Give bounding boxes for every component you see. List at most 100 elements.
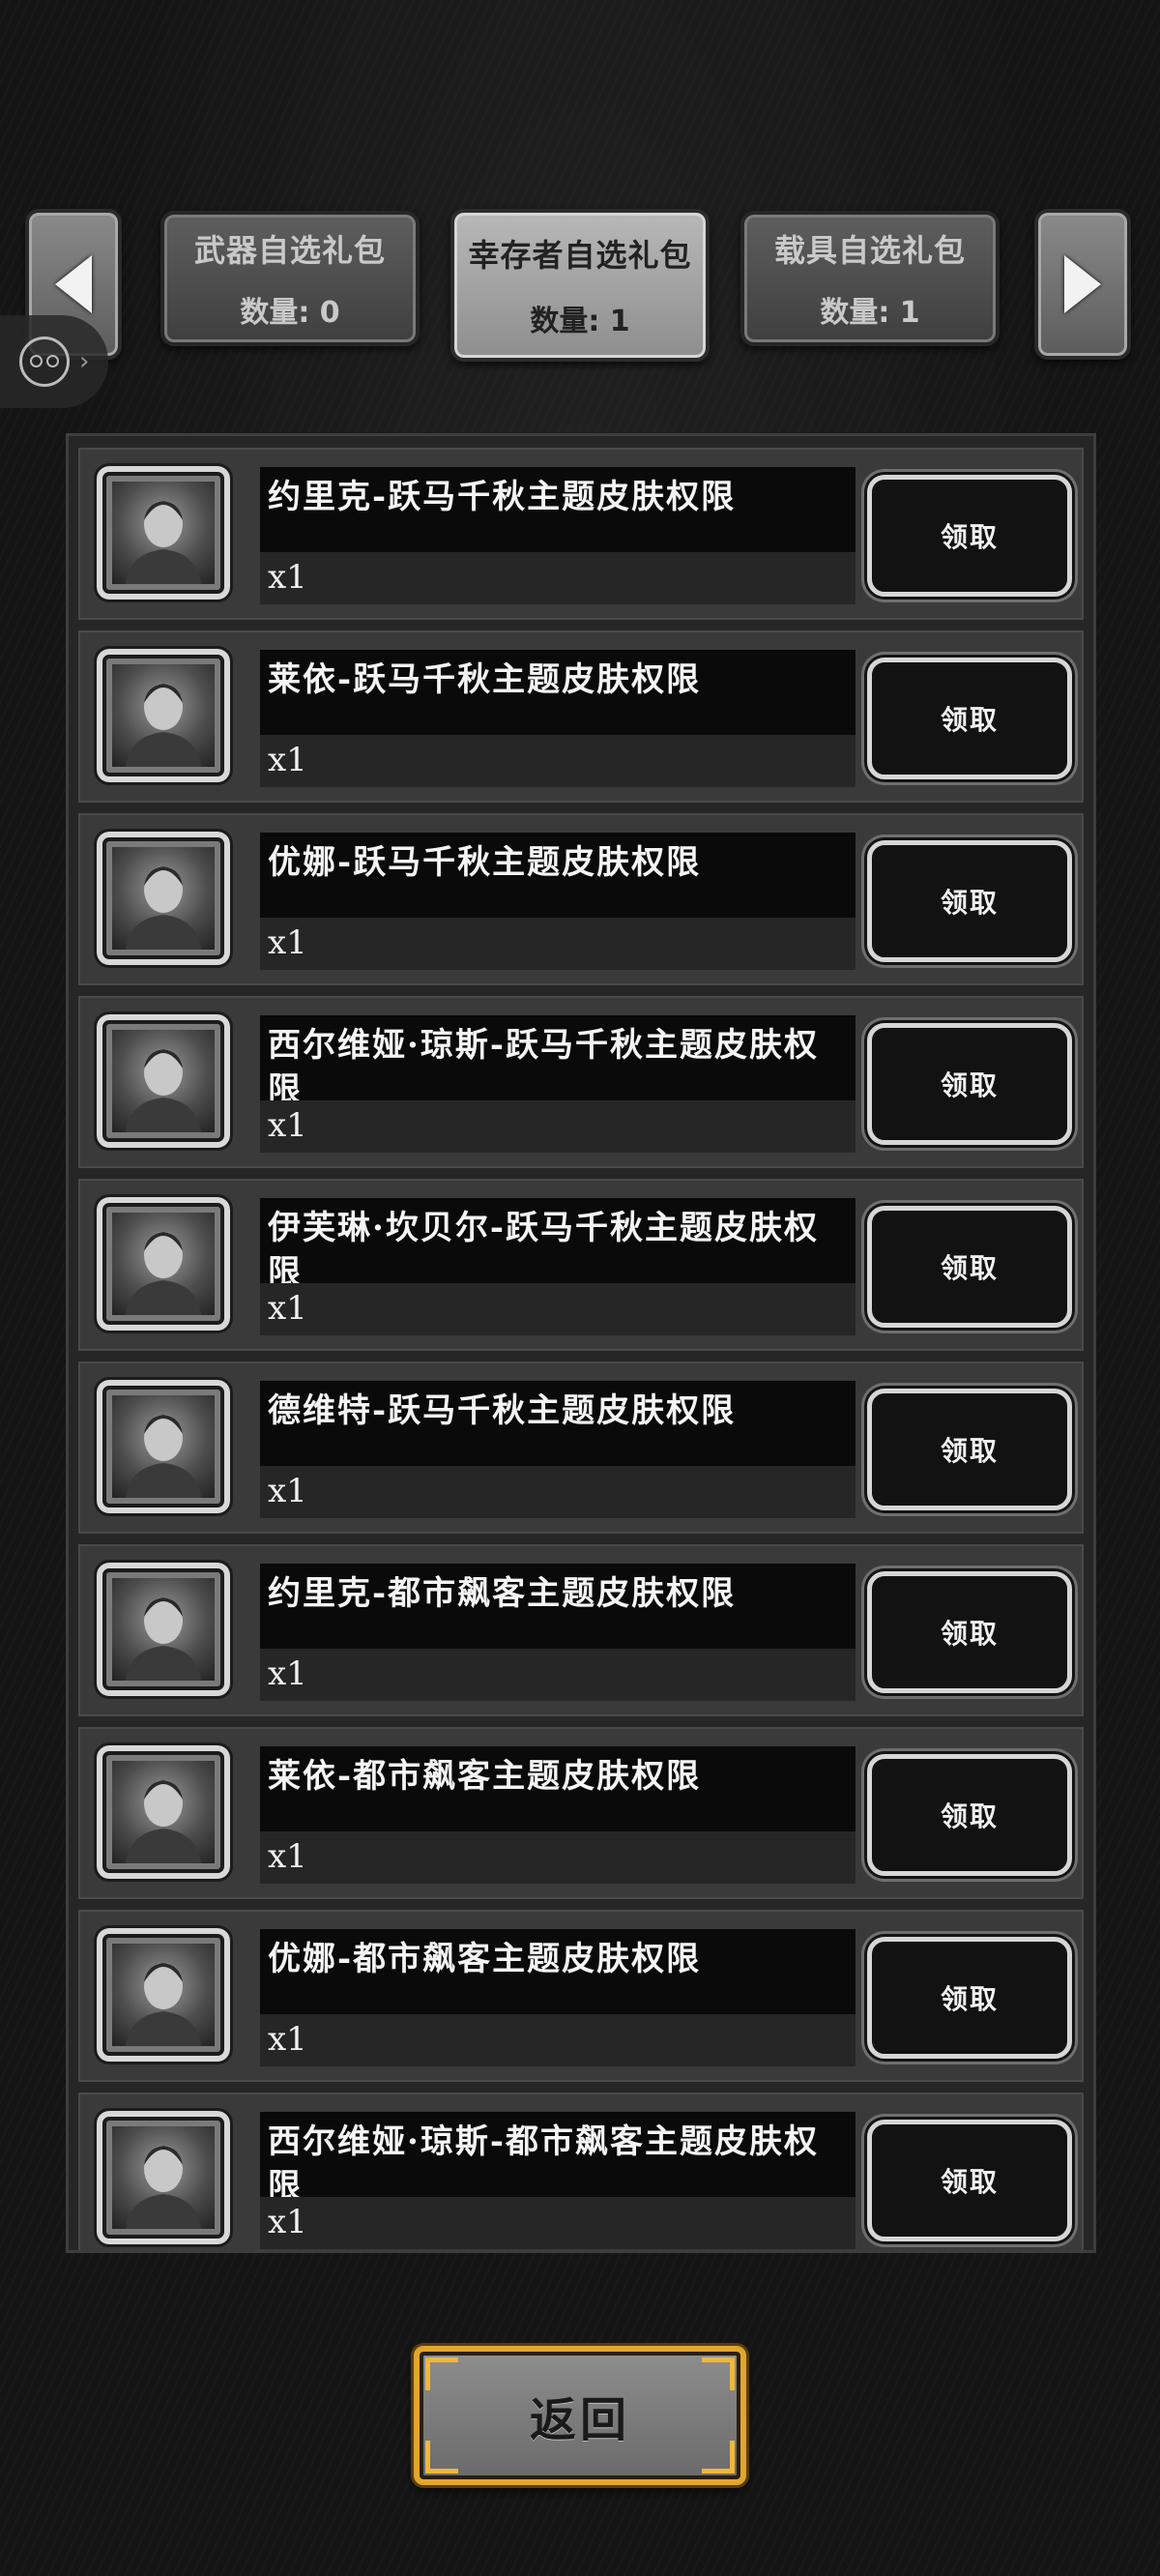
character-portrait [94,463,233,602]
claim-button[interactable]: 领取 [867,2120,1072,2241]
character-portrait [94,1560,233,1699]
character-portrait [94,646,233,785]
reward-quantity-box: x1 [260,1100,856,1153]
reward-quantity: x1 [268,1472,307,1510]
character-avatar-icon [112,482,215,584]
reward-title-box: 约里克-跃马千秋主题皮肤权限 [260,467,856,552]
tab-vehicle-pack[interactable]: 载具自选礼包 数量: 1 [740,211,1000,346]
tab-count: 数量: 0 [240,296,340,330]
next-tab-button[interactable] [1034,209,1131,360]
corner-ornament [425,2357,458,2390]
reward-quantity-box: x1 [260,1831,856,1884]
reward-row: 西尔维娅·琼斯-跃马千秋主题皮肤权限 x1 领取 [78,996,1084,1168]
reward-title-box: 西尔维娅·琼斯-都市飙客主题皮肤权限 [260,2112,856,2206]
floating-assistant-button[interactable]: › [0,315,108,408]
reward-title: 莱依-都市飙客主题皮肤权限 [268,1757,702,1796]
reward-row: 约里克-都市飙客主题皮肤权限 x1 领取 [78,1544,1084,1716]
back-button-label: 返回 [529,2393,630,2447]
character-avatar-icon [112,1213,215,1315]
reward-quantity: x1 [268,741,307,779]
reward-quantity: x1 [268,2203,307,2241]
reward-quantity: x1 [268,923,307,962]
reward-title: 优娜-跃马千秋主题皮肤权限 [268,843,702,882]
claim-button-label: 领取 [940,1435,999,1467]
claim-button[interactable]: 领取 [867,1389,1072,1510]
claim-button[interactable]: 领取 [867,475,1072,597]
assistant-face-icon [19,337,70,387]
reward-title-box: 约里克-都市飙客主题皮肤权限 [260,1564,856,1649]
character-avatar-icon [112,1578,215,1681]
reward-quantity-box: x1 [260,2197,856,2249]
character-avatar-icon [112,1944,215,2046]
tab-label: 武器自选礼包 [193,232,386,269]
reward-title-box: 莱依-跃马千秋主题皮肤权限 [260,650,856,735]
reward-row: 伊芙琳·坎贝尔-跃马千秋主题皮肤权限 x1 领取 [78,1179,1084,1351]
reward-row: 优娜-都市飙客主题皮肤权限 x1 领取 [78,1910,1084,2082]
reward-title: 伊芙琳·坎贝尔-跃马千秋主题皮肤权限 [268,1209,819,1292]
claim-button-label: 领取 [940,1069,999,1101]
claim-button-label: 领取 [940,1618,999,1650]
reward-quantity: x1 [268,1106,307,1145]
character-portrait [94,1011,233,1151]
claim-button[interactable]: 领取 [867,1937,1072,2059]
claim-button[interactable]: 领取 [867,1023,1072,1145]
reward-title-box: 优娜-都市飙客主题皮肤权限 [260,1929,856,2014]
reward-title-box: 西尔维娅·琼斯-跃马千秋主题皮肤权限 [260,1015,856,1109]
corner-ornament [702,2357,735,2390]
tab-label: 幸存者自选礼包 [468,237,692,274]
claim-button[interactable]: 领取 [867,1754,1072,1876]
reward-title: 西尔维娅·琼斯-跃马千秋主题皮肤权限 [268,1026,819,1109]
claim-button[interactable]: 领取 [867,840,1072,962]
left-arrow-icon [55,255,92,313]
character-avatar-icon [112,847,215,950]
character-avatar-icon [112,1030,215,1132]
tab-survivor-pack[interactable]: 幸存者自选礼包 数量: 1 [450,209,710,362]
claim-button-label: 领取 [940,2166,999,2198]
back-button[interactable]: 返回 [414,2346,746,2485]
reward-title-box: 伊芙琳·坎贝尔-跃马千秋主题皮肤权限 [260,1198,856,1292]
tab-weapon-pack[interactable]: 武器自选礼包 数量: 0 [160,211,420,346]
reward-title: 西尔维娅·琼斯-都市飙客主题皮肤权限 [268,2122,819,2206]
corner-ornament [702,2441,735,2474]
claim-button[interactable]: 领取 [867,658,1072,779]
reward-title: 约里克-跃马千秋主题皮肤权限 [268,478,737,516]
character-portrait [94,2108,233,2247]
reward-title: 莱依-跃马千秋主题皮肤权限 [268,660,702,699]
claim-button-label: 领取 [940,1800,999,1832]
reward-quantity: x1 [268,558,307,597]
claim-button[interactable]: 领取 [867,1571,1072,1693]
reward-quantity-box: x1 [260,918,856,970]
reward-title: 德维特-跃马千秋主题皮肤权限 [268,1391,737,1430]
reward-quantity: x1 [268,1289,307,1328]
chevron-right-icon: › [79,347,90,376]
reward-title-box: 莱依-都市飙客主题皮肤权限 [260,1746,856,1831]
character-portrait [94,1377,233,1516]
reward-quantity-box: x1 [260,735,856,787]
character-avatar-icon [112,1395,215,1498]
claim-button-label: 领取 [940,887,999,919]
reward-title-box: 德维特-跃马千秋主题皮肤权限 [260,1381,856,1466]
reward-row: 莱依-跃马千秋主题皮肤权限 x1 领取 [78,630,1084,803]
reward-row: 德维特-跃马千秋主题皮肤权限 x1 领取 [78,1361,1084,1534]
claim-button-label: 领取 [940,1983,999,2015]
reward-quantity: x1 [268,1654,307,1693]
tab-label: 载具自选礼包 [773,232,966,269]
character-avatar-icon [112,1761,215,1863]
reward-quantity-box: x1 [260,2014,856,2066]
reward-list[interactable]: 约里克-跃马千秋主题皮肤权限 x1 领取 莱依-跃马千秋主题皮肤权限 x1 领取 优娜-跃马… [66,433,1096,2253]
reward-quantity-box: x1 [260,1283,856,1335]
tab-count: 数量: 1 [530,305,630,338]
character-portrait [94,829,233,968]
claim-button[interactable]: 领取 [867,1206,1072,1328]
character-avatar-icon [112,2126,215,2229]
reward-row: 莱依-都市飙客主题皮肤权限 x1 领取 [78,1727,1084,1899]
claim-button-label: 领取 [940,704,999,736]
claim-button-label: 领取 [940,521,999,553]
reward-title: 约里克-都市飙客主题皮肤权限 [268,1574,737,1613]
claim-button-label: 领取 [940,1252,999,1284]
reward-quantity-box: x1 [260,552,856,604]
tab-count: 数量: 1 [820,296,920,330]
character-avatar-icon [112,664,215,767]
character-portrait [94,1194,233,1333]
corner-ornament [425,2441,458,2474]
